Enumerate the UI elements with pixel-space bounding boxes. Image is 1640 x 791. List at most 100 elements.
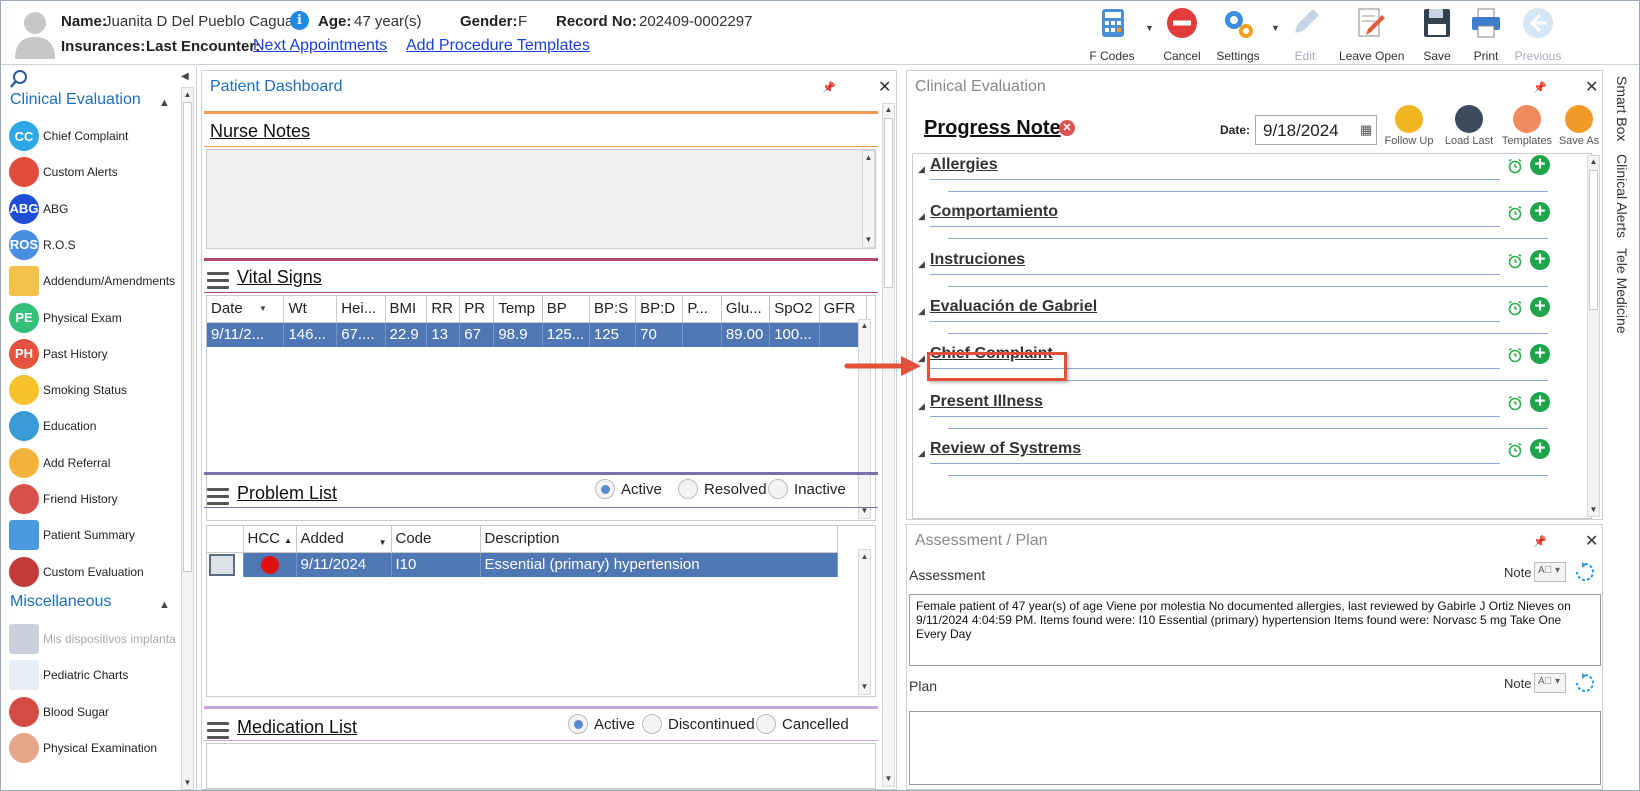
sidebar-item-ros[interactable]: ROS R.O.S <box>9 228 179 262</box>
sidebar-item-past-history[interactable]: PH Past History <box>9 337 179 371</box>
add-section-item-icon[interactable]: + <box>1530 202 1550 223</box>
vitals-col-header[interactable]: Temp <box>493 296 543 323</box>
refresh-icon[interactable] <box>1574 672 1596 694</box>
scroll-up-icon[interactable]: ▲ <box>1588 157 1599 166</box>
save-as-button[interactable]: Save As <box>1551 105 1607 147</box>
sidebar-item-implanted-devices[interactable]: Mis dispositivos implanta <box>9 622 179 656</box>
section-title[interactable]: Instruciones <box>930 251 1025 269</box>
expand-triangle-icon[interactable]: ◢ <box>918 448 925 459</box>
sidebar-item-patient-summary[interactable]: Patient Summary <box>9 518 179 552</box>
med-filter-cancelled-radio[interactable]: Cancelled <box>756 714 849 734</box>
load-last-button[interactable]: Load Last <box>1441 105 1497 147</box>
calendar-icon[interactable]: ▦ <box>1360 122 1372 138</box>
note-section[interactable]: ◢ Allergies + <box>918 154 1550 199</box>
dashboard-scrollbar[interactable] <box>882 103 895 787</box>
cancel-button[interactable]: Cancel <box>1151 5 1213 63</box>
col-description[interactable]: Description <box>480 526 838 553</box>
vitals-col-header[interactable]: Date <box>207 296 285 323</box>
scroll-down-icon[interactable]: ▼ <box>182 778 193 787</box>
table-row[interactable]: 9/11/2024 I10 Essential (primary) hypert… <box>207 552 838 577</box>
sidebar-item-add-referral[interactable]: Add Referral <box>9 446 179 480</box>
menu-icon[interactable] <box>207 722 229 740</box>
settings-button[interactable]: Settings <box>1207 5 1269 63</box>
chevron-up-icon[interactable]: ▲ <box>159 599 170 611</box>
sidebar-item-custom-alerts[interactable]: Custom Alerts <box>9 155 179 189</box>
expand-triangle-icon[interactable]: ◢ <box>918 401 925 412</box>
section-clinical-evaluation[interactable]: Clinical Evaluation <box>10 91 141 109</box>
tab-clinical-alerts[interactable]: Clinical Alerts <box>1614 154 1630 238</box>
pin-icon[interactable]: 📌 <box>1533 535 1547 548</box>
expand-triangle-icon[interactable]: ◢ <box>918 211 925 222</box>
alarm-clock-icon[interactable] <box>1507 300 1523 316</box>
note-section[interactable]: ◢ Review of Systrems + <box>918 436 1550 483</box>
scroll-down-icon[interactable]: ▼ <box>863 235 874 244</box>
col-hcc[interactable]: HCC ▲ <box>243 526 297 553</box>
section-miscellaneous[interactable]: Miscellaneous <box>10 593 111 611</box>
expand-triangle-icon[interactable]: ◢ <box>918 164 925 175</box>
sidebar-item-abg[interactable]: ABG ABG <box>9 192 179 226</box>
section-title[interactable]: Comportamiento <box>930 203 1058 221</box>
sidebar-item-friend-history[interactable]: Friend History <box>9 482 179 516</box>
close-icon[interactable]: ✕ <box>1585 531 1598 551</box>
plan-textarea[interactable] <box>909 711 1601 785</box>
sidebar-item-physical-examination[interactable]: Physical Examination <box>9 731 179 765</box>
edit-button[interactable]: Edit <box>1274 5 1336 63</box>
scroll-up-icon[interactable]: ▲ <box>859 552 870 561</box>
note-template-dropdown[interactable]: A⃞ ▾ <box>1534 562 1566 582</box>
scroll-up-icon[interactable]: ▲ <box>883 105 894 114</box>
vitals-col-header[interactable]: Hei... <box>336 296 386 323</box>
add-section-item-icon[interactable]: + <box>1530 296 1550 317</box>
sidebar-item-addendum-amendments[interactable]: Addendum/Amendments <box>9 264 179 298</box>
scroll-up-icon[interactable]: ▲ <box>863 153 874 162</box>
med-filter-active-radio[interactable]: Active <box>568 714 635 734</box>
add-section-item-icon[interactable]: + <box>1530 344 1550 365</box>
filter-inactive-radio[interactable]: Inactive <box>768 479 846 499</box>
scroll-up-icon[interactable]: ▲ <box>182 90 193 99</box>
scroll-down-icon[interactable]: ▼ <box>859 682 870 691</box>
next-appointments-link[interactable]: Next Appointments <box>253 37 387 55</box>
alarm-clock-icon[interactable] <box>1507 347 1523 363</box>
menu-icon[interactable] <box>207 272 229 290</box>
alarm-clock-icon[interactable] <box>1507 205 1523 221</box>
vitals-col-header[interactable]: P... <box>682 296 722 323</box>
filter-resolved-radio[interactable]: Resolved <box>678 479 767 499</box>
close-icon[interactable]: ✕ <box>1585 77 1598 97</box>
sidebar-scrollbar[interactable] <box>181 87 194 790</box>
filter-active-radio[interactable]: Active <box>595 479 662 499</box>
pin-icon[interactable]: 📌 <box>1533 81 1547 94</box>
add-section-item-icon[interactable]: + <box>1530 249 1550 270</box>
scroll-down-icon[interactable]: ▼ <box>883 774 894 783</box>
col-added[interactable]: Added ▼ <box>296 526 392 553</box>
chevron-up-icon[interactable]: ▲ <box>159 97 170 109</box>
alarm-clock-icon[interactable] <box>1507 253 1523 269</box>
alarm-clock-icon[interactable] <box>1507 442 1523 458</box>
section-title[interactable]: Present Illness <box>930 393 1043 411</box>
table-row[interactable]: 9/11/2... 146... 67.... 22.9 13 67 98.9 125... 1… <box>207 322 868 347</box>
remove-note-icon[interactable]: ✕ <box>1059 120 1075 136</box>
section-title[interactable]: Review of Systrems <box>930 440 1081 458</box>
add-section-item-icon[interactable]: + <box>1530 391 1550 412</box>
vitals-col-header[interactable]: BP:D <box>635 296 684 323</box>
menu-icon[interactable] <box>207 488 229 506</box>
note-section[interactable]: ◢ Instruciones + <box>918 247 1550 294</box>
col-code[interactable]: Code <box>391 526 481 553</box>
note-section[interactable]: ◢ Evaluación de Gabriel + <box>918 294 1550 341</box>
refresh-icon[interactable] <box>1574 561 1596 583</box>
plan-template-dropdown[interactable]: A⃞ ▾ <box>1534 673 1566 693</box>
sidebar-item-custom-evaluation[interactable]: Custom Evaluation <box>9 555 179 589</box>
leave-open-button[interactable]: Leave Open <box>1339 5 1404 63</box>
row-checkbox[interactable] <box>209 553 235 576</box>
assessment-textarea[interactable]: Female patient of 47 year(s) of age Vien… <box>909 594 1601 666</box>
add-procedure-templates-link[interactable]: Add Procedure Templates <box>406 37 590 55</box>
follow-up-button[interactable]: Follow Up <box>1381 105 1437 147</box>
vitals-col-header[interactable]: BP:S <box>589 296 637 323</box>
sidebar-item-chief-complaint[interactable]: CC Chief Complaint <box>9 119 179 153</box>
scroll-down-icon[interactable]: ▼ <box>1588 505 1599 514</box>
note-section[interactable]: ◢ Comportamiento + <box>918 199 1550 246</box>
vitals-col-header[interactable]: Wt <box>283 296 338 323</box>
vitals-col-header[interactable]: Glu... <box>721 296 771 323</box>
section-title[interactable]: Allergies <box>930 156 998 174</box>
sidebar-item-smoking-status[interactable]: Smoking Status <box>9 373 179 407</box>
section-title[interactable]: Evaluación de Gabriel <box>930 298 1097 316</box>
info-icon[interactable]: i <box>290 11 309 30</box>
